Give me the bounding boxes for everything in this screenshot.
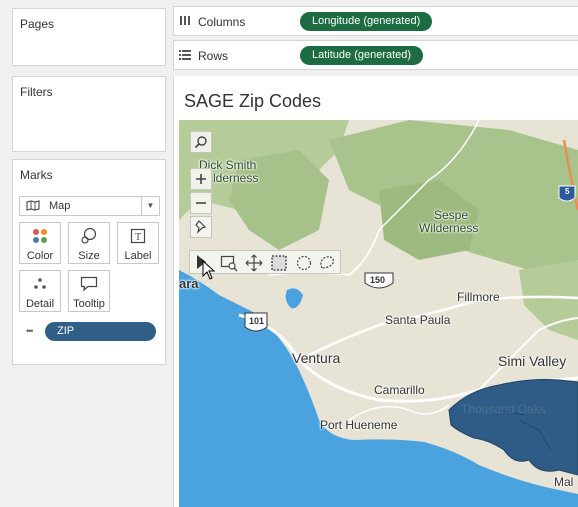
map-mark-icon xyxy=(26,200,40,214)
detail-button[interactable]: Detail xyxy=(19,270,61,312)
columns-label: Columns xyxy=(198,15,246,29)
marks-card[interactable]: Marks Map ▼ Color Size T Label Detail To… xyxy=(12,159,166,365)
longitude-pill[interactable]: Longitude (generated) xyxy=(300,12,433,31)
columns-icon xyxy=(179,15,191,29)
map-label-thousand-oaks: Thousand Oaks xyxy=(461,402,546,416)
cursor-icon xyxy=(202,259,216,283)
lasso-select-icon[interactable] xyxy=(318,254,336,275)
rows-label: Rows xyxy=(198,49,229,63)
columns-shelf[interactable]: Columns Longitude (generated) xyxy=(173,6,578,36)
svg-text:T: T xyxy=(135,232,141,243)
search-icon[interactable] xyxy=(190,131,212,153)
map-label-sespe-2: Wilderness xyxy=(419,221,479,235)
rows-icon xyxy=(179,49,191,63)
color-button[interactable]: Color xyxy=(19,222,61,264)
label-label: Label xyxy=(124,250,152,262)
pan-icon[interactable] xyxy=(245,254,263,275)
latitude-pill[interactable]: Latitude (generated) xyxy=(300,46,424,65)
hwy-150-label: 150 xyxy=(370,275,386,285)
pages-title: Pages xyxy=(20,17,55,31)
zoom-out-icon[interactable] xyxy=(190,192,212,214)
label-icon: T xyxy=(118,227,158,245)
map-label-malibu: Mal xyxy=(554,475,574,489)
map-label-simi-valley: Simi Valley xyxy=(498,353,567,369)
size-label: Size xyxy=(78,250,100,262)
map-label-ventura: Ventura xyxy=(292,350,341,366)
mark-type-dropdown[interactable]: Map ▼ xyxy=(19,196,160,216)
hwy-101-label: 101 xyxy=(249,316,265,326)
map-label-camarillo: Camarillo xyxy=(374,383,425,397)
map-label-santa-paula: Santa Paula xyxy=(385,313,451,327)
filters-card[interactable]: Filters xyxy=(12,76,166,152)
map-label-sespe: Sespe xyxy=(434,208,469,222)
color-label: Color xyxy=(26,250,54,262)
size-button[interactable]: Size xyxy=(68,222,110,264)
hwy-5-label: 5 xyxy=(565,187,570,196)
rows-shelf[interactable]: Rows Latitude (generated) xyxy=(173,40,578,70)
zoom-in-icon[interactable] xyxy=(190,168,212,190)
tooltip-icon xyxy=(69,275,109,293)
pages-card[interactable]: Pages xyxy=(12,8,166,66)
zoom-area-icon[interactable] xyxy=(220,254,238,275)
rectangle-select-icon[interactable] xyxy=(270,254,288,275)
detail-icon xyxy=(20,275,60,293)
label-button[interactable]: T Label xyxy=(117,222,159,264)
map-label-barbara: ara xyxy=(179,276,199,291)
size-icon xyxy=(69,227,109,245)
chevron-down-icon[interactable]: ▼ xyxy=(141,197,159,215)
marks-title: Marks xyxy=(20,168,53,182)
map-label-port-hueneme: Port Hueneme xyxy=(320,418,398,432)
map-label-fillmore: Fillmore xyxy=(457,290,500,304)
sheet-title: SAGE Zip Codes xyxy=(184,91,322,111)
detail-label: Detail xyxy=(25,298,55,310)
color-icon xyxy=(20,227,60,245)
tooltip-label: Tooltip xyxy=(73,298,105,310)
radial-select-icon[interactable] xyxy=(295,254,313,275)
detail-icon: ••• xyxy=(26,326,34,336)
map-view[interactable]: Dick Smith Wilderness Sespe Wilderness a… xyxy=(179,120,578,507)
mark-type-label: Map xyxy=(49,200,71,212)
zip-field-pill[interactable]: ZIP xyxy=(45,322,156,341)
pin-icon[interactable] xyxy=(190,216,212,238)
tooltip-button[interactable]: Tooltip xyxy=(68,270,110,312)
filters-title: Filters xyxy=(20,85,53,99)
